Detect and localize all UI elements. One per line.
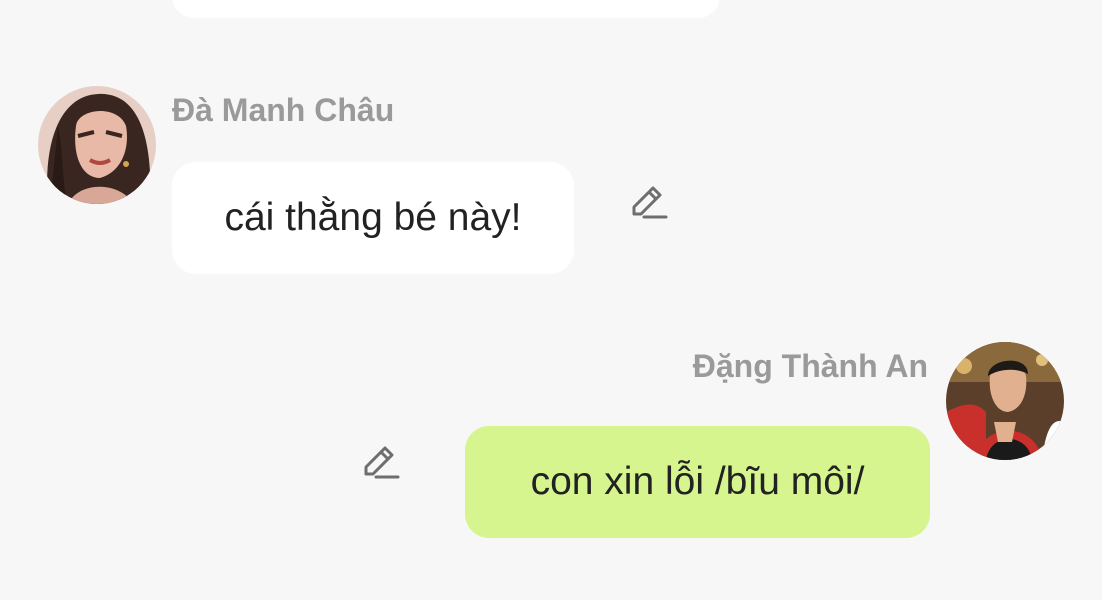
sender-avatar-left[interactable] <box>38 86 156 204</box>
sender-name: Đà Manh Châu <box>172 92 395 128</box>
sender-name: Đặng Thành An <box>692 348 928 384</box>
message-text: con xin lỗi /bĩu môi/ <box>530 460 865 503</box>
message-bubble[interactable]: con xin lỗi /bĩu môi/ <box>465 426 930 538</box>
chat-area: Đà Manh Châu cái thằng bé này! Đặng Thàn… <box>0 0 1102 600</box>
sender-avatar-right[interactable] <box>946 342 1064 460</box>
pencil-icon <box>632 186 668 219</box>
edit-message-button[interactable] <box>626 182 670 226</box>
message-text: cái thằng bé này! <box>224 196 522 239</box>
previous-message-bubble[interactable] <box>172 0 720 18</box>
avatar-woman-icon <box>38 86 156 204</box>
avatar-man-icon <box>946 342 1064 460</box>
pencil-icon <box>364 446 400 479</box>
edit-message-button[interactable] <box>358 442 402 486</box>
message-bubble[interactable]: cái thằng bé này! <box>172 162 574 274</box>
